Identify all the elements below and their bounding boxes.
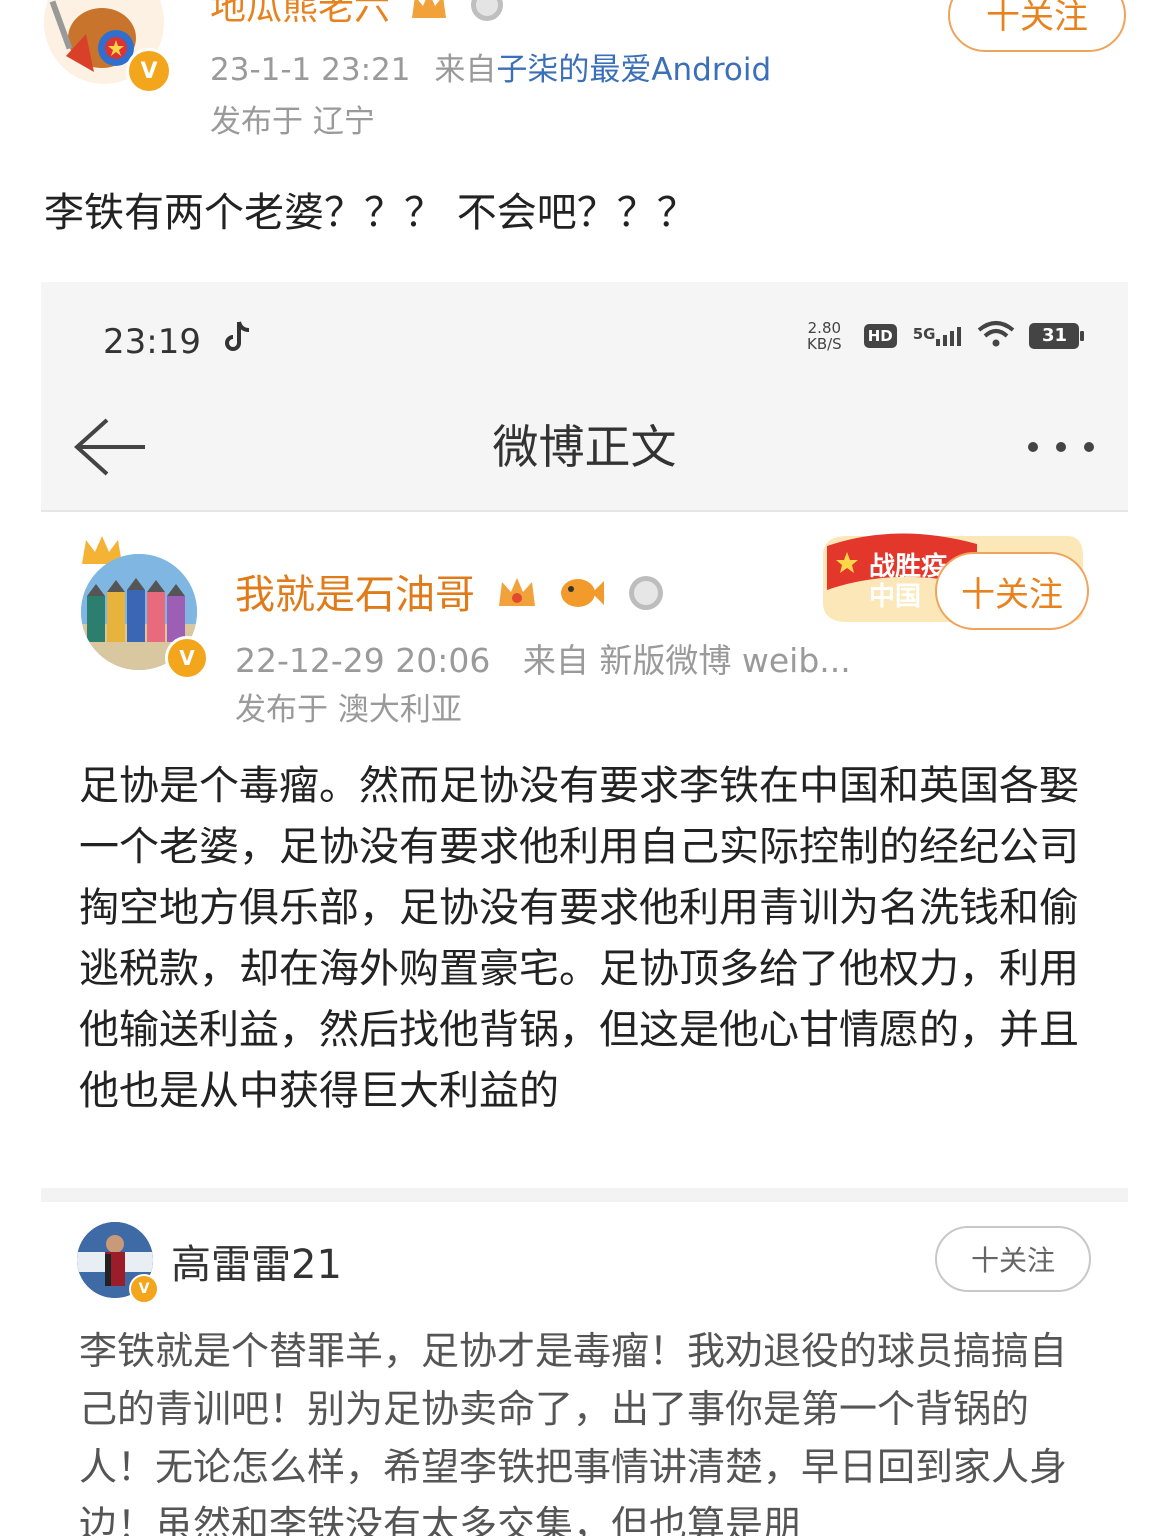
fish-icon [558,573,606,621]
medal-icon [627,572,665,622]
medal-icon [469,0,505,32]
outer-post-time: 23-1-1 23:21 [210,52,411,88]
commenter-name[interactable]: 高雷雷21 [171,1232,342,1290]
net-speed: 2.80 KB/S [807,320,842,352]
outer-source-link[interactable]: 子柒的最爱Android [496,52,771,88]
inner-author-name-text: 我就是石油哥 [235,572,475,618]
outer-post-text: 李铁有两个老婆？？？ 不会吧？？？ [44,190,697,236]
verified-icon: V [129,1274,159,1304]
outer-follow-button[interactable]: 十关注 [948,0,1126,52]
status-bar: 23:19 2.80 KB/S HD 5G 31 [41,282,1128,392]
inner-post-meta: 22-12-29 20:06 来自 新版微博 weib... [235,634,851,682]
nav-bar: 微博正文 [41,392,1128,512]
signal-icon: 5G [913,325,962,347]
inner-post-location: 发布于 澳大利亚 [235,692,462,728]
battery-level: 31 [1041,325,1067,346]
commenter-follow-button[interactable]: 十关注 [935,1226,1091,1292]
net-speed-unit: KB/S [807,335,842,353]
comment-divider [41,1188,1128,1202]
inner-follow-button[interactable]: 十关注 [935,552,1089,630]
network-type: 5G [912,325,936,343]
status-time: 23:19 [103,322,201,362]
crown-icon [496,572,538,622]
inner-author-name[interactable]: 我就是石油哥 [235,562,665,622]
outer-author-name[interactable]: 地瓜熊老六 [210,0,505,32]
outer-post-meta: 23-1-1 23:21 来自子柒的最爱Android [210,44,771,89]
battery-icon: 31 [1029,323,1085,349]
verified-icon: V [126,48,172,94]
verified-icon: V [165,636,209,680]
status-icons: 2.80 KB/S HD 5G 31 [807,320,1085,352]
back-arrow-icon[interactable] [71,412,151,482]
embedded-screenshot: 23:19 2.80 KB/S HD 5G 31 微博正文 V 我就是石油哥 战… [41,282,1128,1536]
inner-post-text: 足协是个毒瘤。然而足协没有要求李铁在中国和英国各娶一个老婆，足协没有要求他利用自… [79,763,1079,1114]
crown-icon [409,0,449,31]
campaign-badge-line1: 战胜疫 [869,552,948,582]
nav-title: 微博正文 [492,420,677,474]
wifi-icon [977,320,1015,352]
net-speed-value: 2.80 [807,319,842,337]
tiktok-icon [223,320,253,362]
outer-post-location: 发布于 辽宁 [210,104,375,140]
more-icon[interactable] [1023,412,1103,482]
outer-source-prefix: 来自 [434,52,497,88]
outer-author-name-text: 地瓜熊老六 [210,0,391,28]
comment-text: 李铁就是个替罪羊，足协才是毒瘤！我劝退役的球员搞搞自己的青训吧！别为足协卖命了，… [79,1329,1068,1536]
inner-post-source: 来自 新版微博 weib... [522,641,851,680]
inner-post-time: 22-12-29 20:06 [235,641,491,680]
hd-icon: HD [863,324,897,348]
